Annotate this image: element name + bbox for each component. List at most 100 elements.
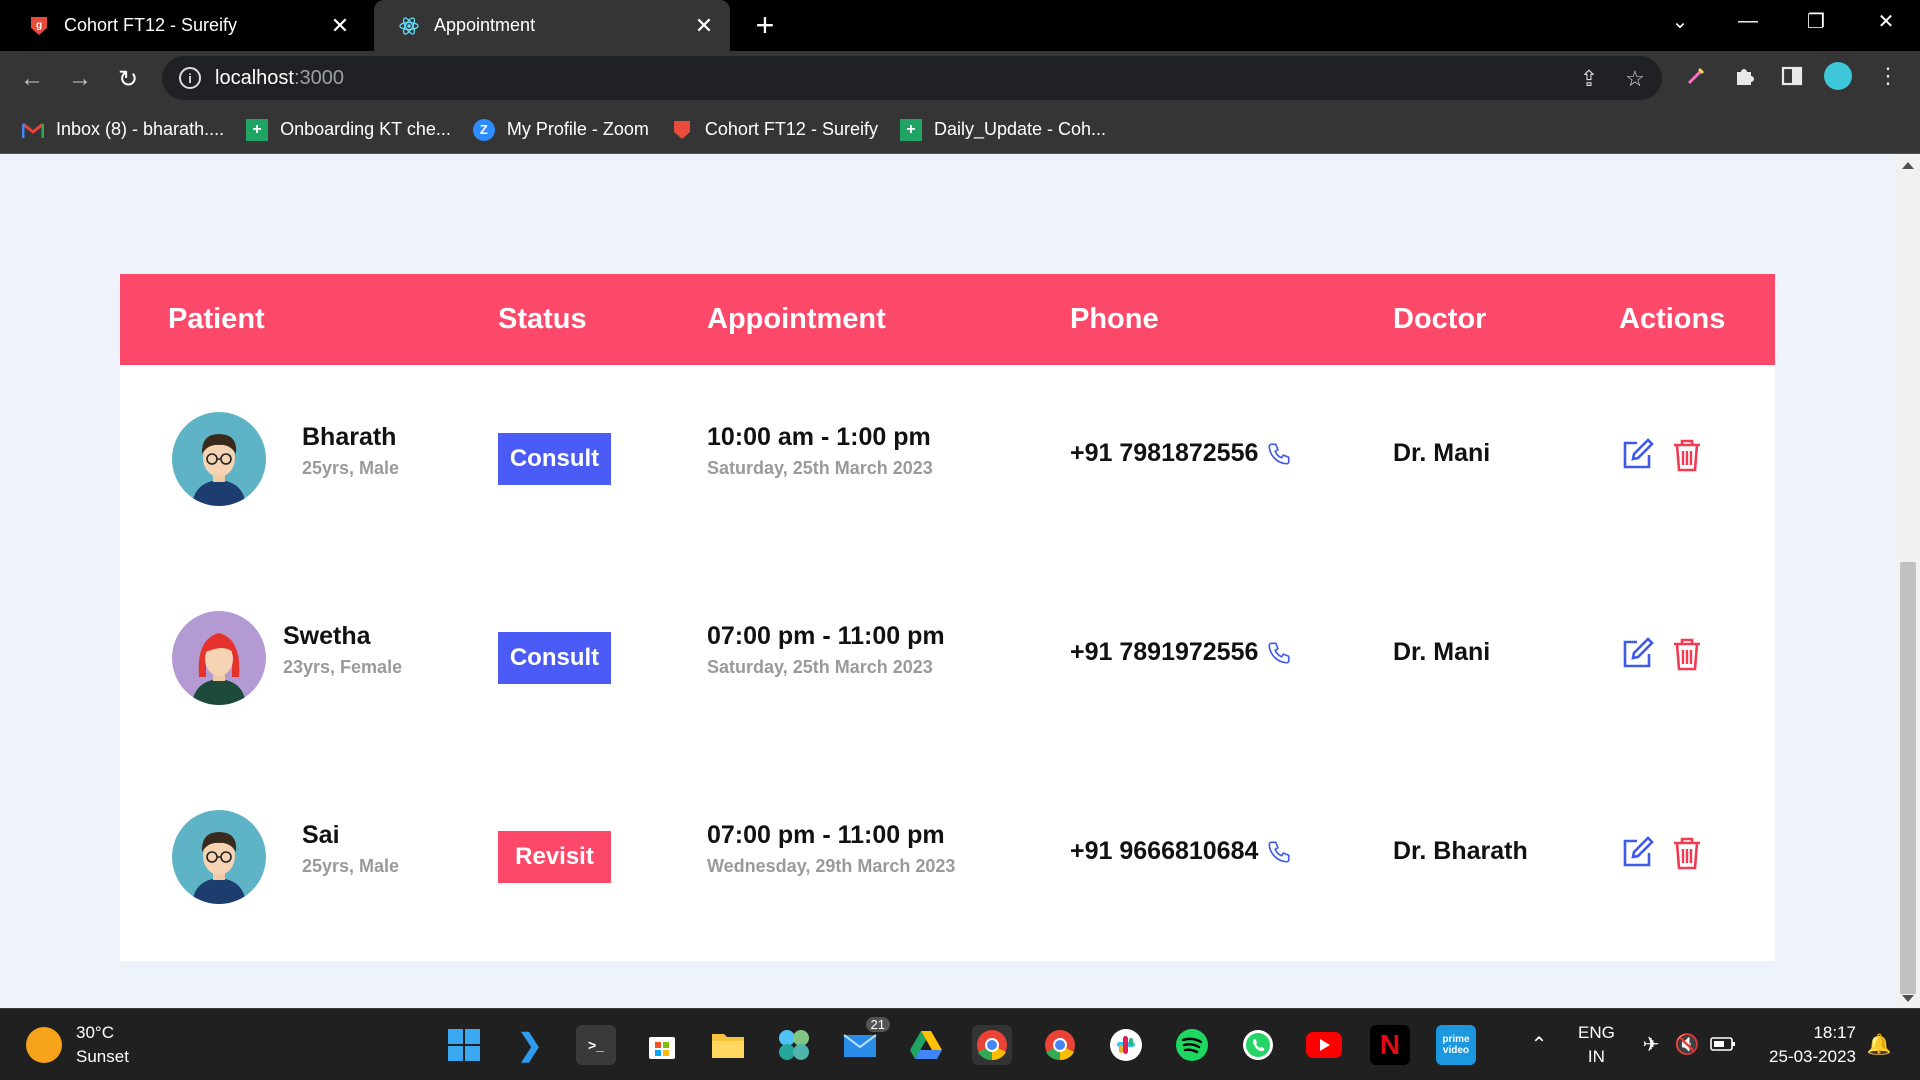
microsoft-store-icon[interactable] — [642, 1025, 682, 1065]
tab-cohort[interactable]: g Cohort FT12 - Sureify ✕ — [16, 0, 366, 51]
info-icon[interactable]: i — [179, 67, 201, 89]
profile-avatar[interactable] — [1824, 62, 1852, 90]
back-arrow-icon[interactable]: ← — [14, 61, 50, 97]
language-indicator[interactable]: ENG IN — [1578, 1021, 1615, 1069]
edit-icon[interactable] — [1619, 636, 1655, 672]
tab-search-icon[interactable]: ⌄ — [1652, 0, 1708, 42]
bookmark-zoom[interactable]: Z My Profile - Zoom — [472, 118, 649, 141]
weather-widget[interactable]: 30°C Sunset — [26, 1021, 129, 1069]
react-icon — [398, 15, 420, 37]
forward-arrow-icon[interactable]: → — [62, 61, 98, 97]
tab-title: Cohort FT12 - Sureify — [64, 15, 238, 35]
delete-icon[interactable] — [1669, 835, 1705, 871]
bookmarks-bar: Inbox (8) - bharath.... + Onboarding KT … — [0, 106, 1920, 154]
reload-icon[interactable]: ↻ — [110, 61, 146, 97]
terminal-icon[interactable]: >_ — [576, 1025, 616, 1065]
header-appointment: Appointment — [707, 303, 886, 335]
header-actions: Actions — [1619, 303, 1726, 335]
scroll-down-arrow-icon[interactable] — [1902, 995, 1914, 1002]
delete-icon[interactable] — [1669, 636, 1705, 672]
patient-info: 25yrs, Male — [302, 458, 400, 478]
battery-icon[interactable] — [1710, 1031, 1736, 1057]
youtube-icon[interactable] — [1304, 1025, 1344, 1065]
tab-title: Appointment — [434, 15, 536, 35]
slack-icon[interactable] — [1106, 1025, 1146, 1065]
new-tab-button[interactable]: + — [748, 7, 782, 43]
whatsapp-icon[interactable] — [1238, 1025, 1278, 1065]
appointment-date: Saturday, 25th March 2023 — [707, 657, 933, 677]
clock[interactable]: 18:17 25-03-2023 — [1760, 1021, 1856, 1069]
patient-name: Swetha — [283, 622, 371, 650]
phone-number: +91 7891972556 — [1070, 638, 1259, 666]
appointment-date: Wednesday, 29th March 2023 — [707, 856, 956, 876]
appointment-time: 07:00 pm - 11:00 pm — [707, 622, 945, 650]
mail-icon[interactable]: 21 — [840, 1017, 890, 1065]
windows-start-icon[interactable] — [444, 1025, 484, 1065]
status-button[interactable]: Consult — [498, 632, 611, 684]
mail-badge: 21 — [865, 1017, 890, 1032]
edit-icon[interactable] — [1619, 437, 1655, 473]
browser-toolbar: ← → ↻ i localhost:3000 ⇪ ☆ — [0, 51, 1920, 106]
phone-cell: +91 7981872556 — [1070, 439, 1292, 468]
widget-app-icon[interactable] — [774, 1025, 814, 1065]
table-row: Bharath 25yrs, Male Consult 10:00 am - 1… — [120, 395, 1775, 565]
status-button[interactable]: Consult — [498, 433, 611, 485]
bookmark-daily-update[interactable]: + Daily_Update - Coh... — [899, 118, 1106, 141]
patient-info: 25yrs, Male — [302, 856, 400, 876]
appointment-date: Saturday, 25th March 2023 — [707, 458, 933, 478]
delete-icon[interactable] — [1669, 437, 1705, 473]
svg-text:g: g — [36, 20, 42, 31]
scrollbar-thumb[interactable] — [1900, 562, 1916, 994]
phone-icon[interactable] — [1266, 839, 1292, 865]
window-close-button[interactable]: ✕ — [1858, 0, 1914, 42]
appointments-table: Patient Status Appointment Phone Doctor … — [120, 274, 1775, 961]
extensions-puzzle-icon[interactable] — [1730, 62, 1758, 90]
doctor-name: Dr. Bharath — [1393, 837, 1528, 865]
notification-bell-icon[interactable]: 🔔 — [1866, 1031, 1892, 1057]
vscode-icon[interactable]: ❯ — [510, 1025, 550, 1065]
bookmark-gmail[interactable]: Inbox (8) - bharath.... — [22, 119, 224, 141]
bookmark-sureify[interactable]: Cohort FT12 - Sureify — [671, 119, 878, 141]
url-text[interactable]: localhost:3000 — [215, 67, 344, 90]
status-button[interactable]: Revisit — [498, 831, 611, 883]
scroll-up-arrow-icon[interactable] — [1902, 162, 1914, 169]
address-bar[interactable]: i localhost:3000 ⇪ ☆ — [162, 56, 1662, 100]
phone-number: +91 9666810684 — [1070, 837, 1259, 865]
pen-extension-icon[interactable] — [1682, 62, 1710, 90]
file-explorer-icon[interactable] — [708, 1025, 748, 1065]
chrome-profile-icon[interactable] — [1040, 1025, 1080, 1065]
speaker-muted-icon[interactable]: 🔇 — [1674, 1031, 1700, 1057]
chrome-icon[interactable] — [972, 1025, 1012, 1065]
appointment-time: 07:00 pm - 11:00 pm — [707, 821, 945, 849]
phone-cell: +91 7891972556 — [1070, 638, 1292, 667]
avatar — [172, 611, 266, 705]
edit-icon[interactable] — [1619, 835, 1655, 871]
spotify-icon[interactable] — [1172, 1025, 1212, 1065]
phone-cell: +91 9666810684 — [1070, 837, 1292, 866]
restore-button[interactable]: ❐ — [1788, 0, 1844, 42]
google-drive-icon[interactable] — [906, 1025, 946, 1065]
chevron-up-icon[interactable]: ⌃ — [1526, 1031, 1552, 1057]
side-panel-icon[interactable] — [1778, 62, 1806, 90]
close-icon[interactable]: ✕ — [326, 12, 354, 40]
share-icon[interactable]: ⇪ — [1576, 66, 1602, 92]
table-row: Swetha 23yrs, Female Consult 07:00 pm - … — [120, 594, 1775, 764]
star-icon[interactable]: ☆ — [1622, 66, 1648, 92]
phone-icon[interactable] — [1266, 640, 1292, 666]
sheets-icon: + — [899, 118, 922, 141]
bookmark-onboarding[interactable]: + Onboarding KT che... — [246, 118, 451, 141]
page-scrollbar[interactable] — [1896, 154, 1920, 1008]
tab-appointment[interactable]: Appointment ✕ — [374, 0, 730, 51]
weather-desc: Sunset — [76, 1047, 129, 1066]
prime-video-icon[interactable]: prime video — [1436, 1025, 1476, 1065]
table-header: Patient Status Appointment Phone Doctor … — [120, 274, 1775, 365]
close-icon[interactable]: ✕ — [690, 12, 718, 40]
appointment-time: 10:00 am - 1:00 pm — [707, 423, 931, 451]
sureify-icon: g — [28, 15, 50, 37]
airplane-mode-icon[interactable]: ✈ — [1638, 1031, 1664, 1057]
sunset-icon — [26, 1027, 62, 1063]
menu-kebab-icon[interactable]: ⋮ — [1874, 62, 1902, 90]
netflix-icon[interactable]: N — [1370, 1025, 1410, 1065]
phone-icon[interactable] — [1266, 441, 1292, 467]
minimize-button[interactable]: — — [1720, 0, 1776, 42]
